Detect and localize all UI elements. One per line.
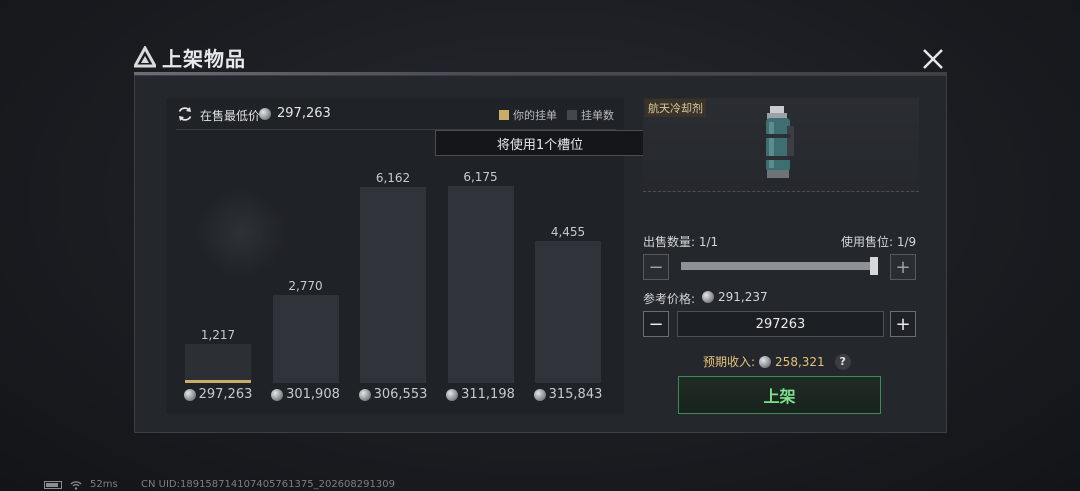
- ref-price-value: 291,237: [718, 290, 768, 304]
- slot-tooltip: 将使用1个槽位: [435, 130, 645, 156]
- quantity-slider[interactable]: [681, 262, 877, 270]
- price-tick-label: 311,198: [436, 387, 526, 402]
- bar-value-label: 2,770: [288, 278, 323, 293]
- coin-icon: [271, 388, 284, 401]
- coin-icon: [533, 388, 546, 401]
- coolant-canister-image: [766, 106, 794, 178]
- price-tick-text: 297,263: [198, 387, 253, 402]
- coin-icon: [759, 355, 772, 368]
- price-increase-button[interactable]: +: [890, 311, 916, 337]
- price-input[interactable]: [677, 311, 884, 337]
- item-name: 航天冷却剂: [645, 99, 706, 117]
- quantity-decrease-button[interactable]: −: [643, 254, 669, 280]
- bar-value-label: 6,162: [375, 170, 411, 185]
- dialog-header: 上架物品: [134, 42, 246, 72]
- price-tick-text: 315,843: [548, 387, 603, 402]
- income-label: 预期收入:: [703, 355, 756, 369]
- bar-2[interactable]: [360, 186, 426, 383]
- bar-value-label: 1,217: [200, 328, 236, 343]
- bar-value-label: 4,455: [550, 225, 586, 240]
- coin-icon: [702, 291, 714, 303]
- price-tick-text: 306,553: [373, 387, 428, 402]
- ping-value: 52ms: [90, 479, 118, 490]
- income-value: 258,321: [775, 354, 825, 369]
- coin-icon: [358, 388, 371, 401]
- price-tick-label: 301,908: [261, 387, 351, 402]
- price-tick-text: 301,908: [286, 387, 340, 402]
- my-listing-marker: [185, 380, 251, 383]
- bar-value-label: 6,175: [463, 170, 498, 185]
- quantity-slider-fill: [681, 262, 877, 270]
- slot-usage-label: 使用售位: 1/9: [841, 235, 917, 249]
- price-tick-text: 311,198: [461, 387, 515, 402]
- sell-quantity-label: 出售数量: 1/1: [643, 235, 719, 249]
- bar-0[interactable]: [185, 344, 251, 383]
- list-item-button[interactable]: 上架: [678, 376, 881, 414]
- user-uid: CN UID:18915871410740576137​5_2026082913…: [141, 479, 395, 490]
- quantity-increase-button[interactable]: +: [890, 254, 916, 280]
- help-icon[interactable]: ?: [834, 353, 851, 370]
- quantity-slider-thumb[interactable]: [870, 257, 878, 275]
- price-tick-label: 297,263: [173, 387, 263, 402]
- bar-3[interactable]: [447, 186, 514, 383]
- battery-icon: [44, 480, 62, 489]
- coin-icon: [183, 388, 196, 401]
- price-tick-label: 306,553: [348, 387, 438, 402]
- delta-logo-icon: [134, 46, 156, 68]
- status-footer: 52ms: [44, 479, 118, 490]
- bar-4[interactable]: [535, 241, 601, 383]
- bar-1[interactable]: [272, 294, 339, 383]
- expected-income: 预期收入: 258,321 ?: [703, 353, 851, 370]
- wifi-icon: [70, 480, 82, 490]
- price-decrease-button[interactable]: −: [643, 311, 669, 337]
- dialog-title: 上架物品: [162, 46, 246, 71]
- coin-icon: [446, 388, 459, 401]
- ref-price-label: 参考价格:: [643, 292, 696, 306]
- price-tick-label: 315,843: [523, 387, 613, 402]
- close-icon[interactable]: [919, 45, 947, 73]
